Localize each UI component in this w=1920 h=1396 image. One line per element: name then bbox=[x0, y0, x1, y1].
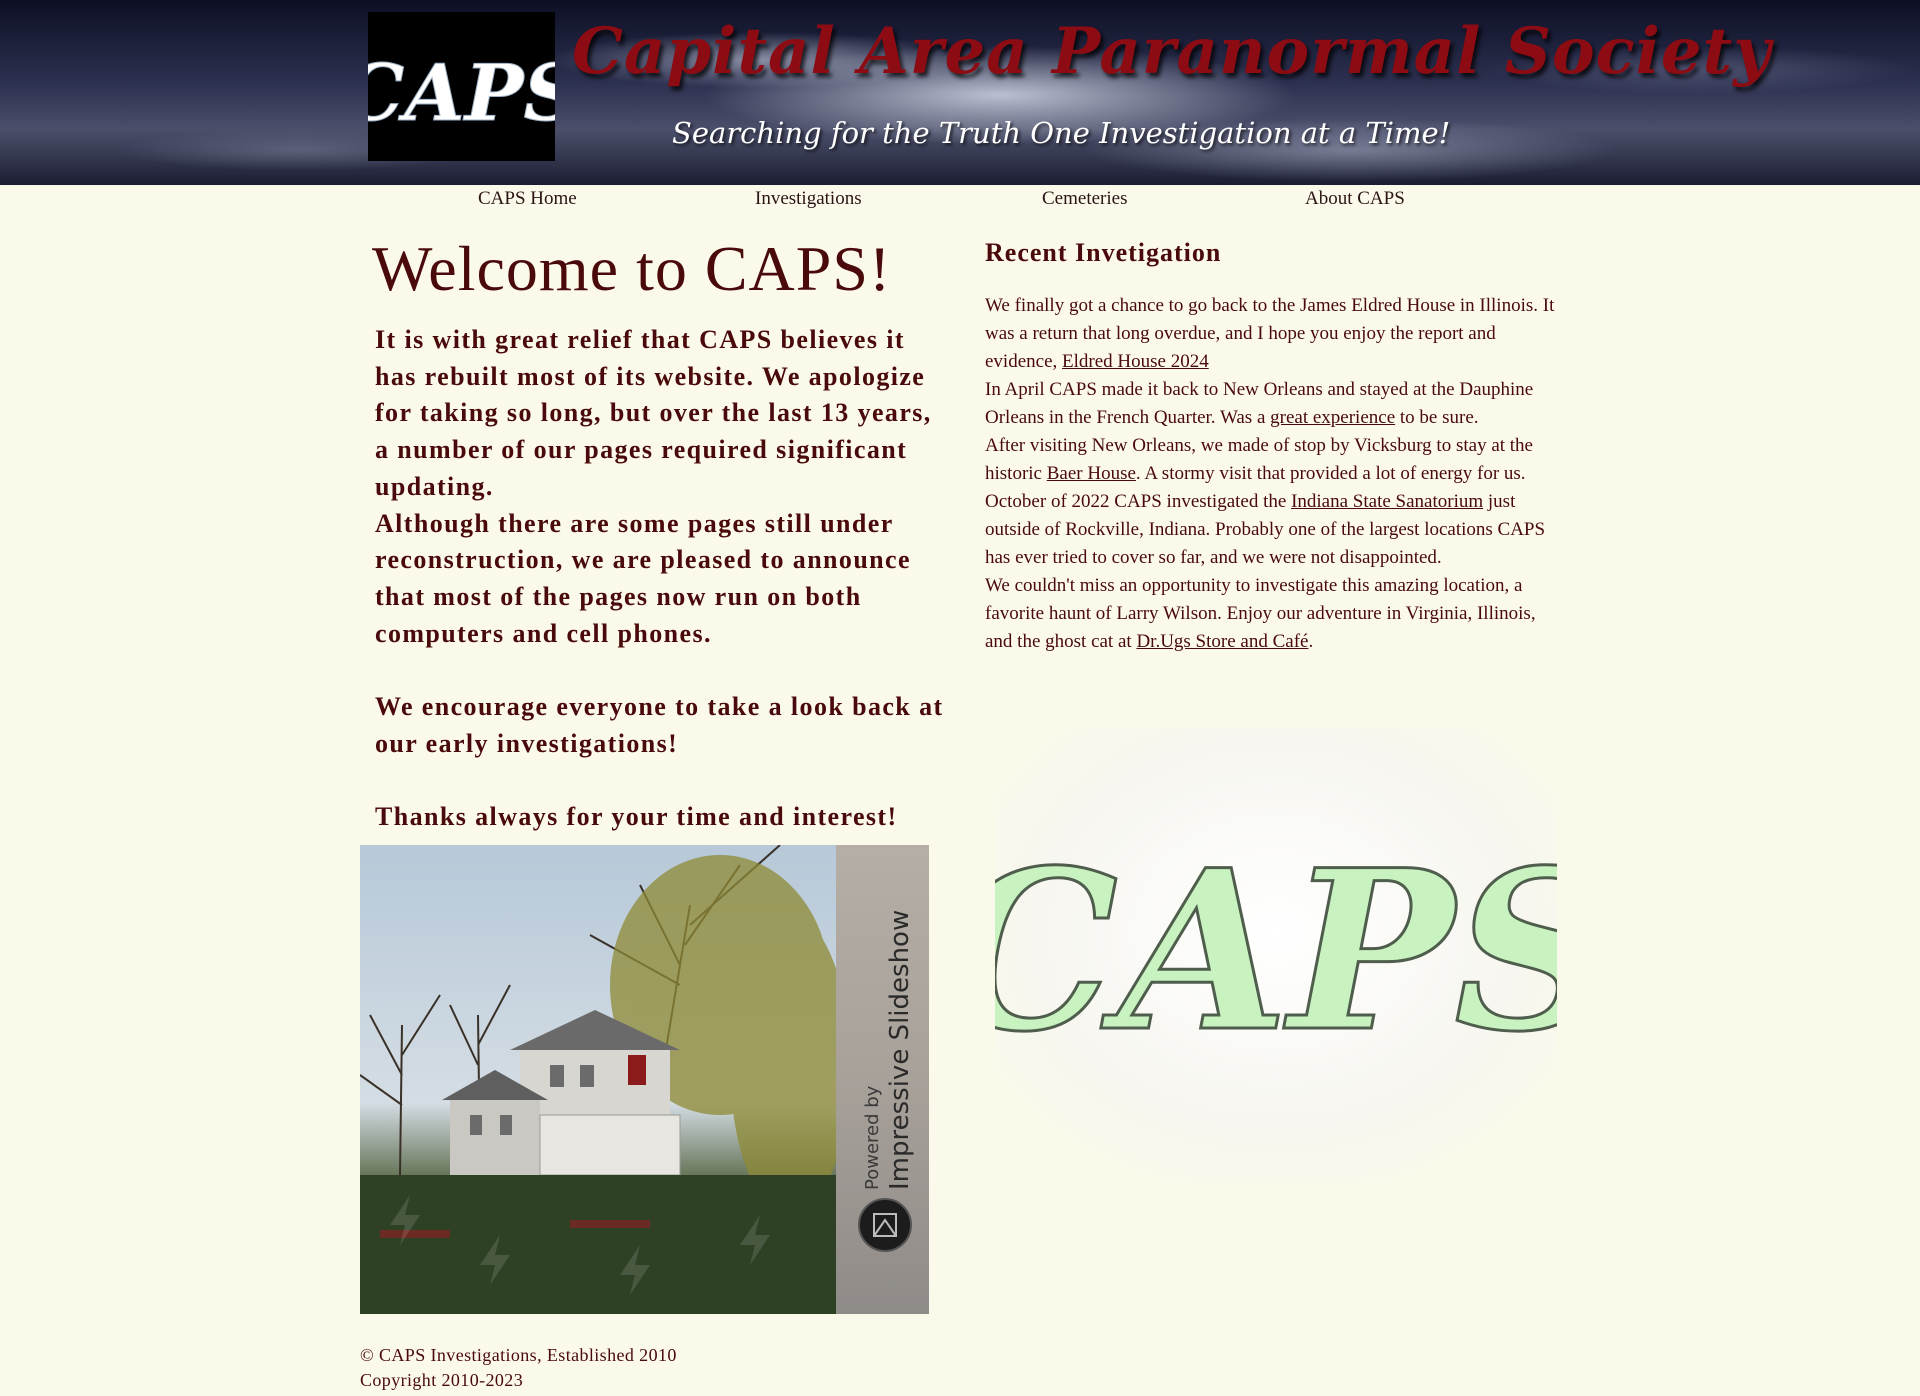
nav-cemeteries[interactable]: Cemeteries bbox=[1042, 188, 1127, 210]
welcome-paragraph-3: We encourage everyone to take a look bac… bbox=[375, 692, 944, 758]
caps-large-logo-text: CAPS bbox=[995, 821, 1557, 1080]
nav-caps-home[interactable]: CAPS Home bbox=[478, 188, 577, 210]
slideshow-logo-icon bbox=[858, 1198, 912, 1252]
slideshow-brand-name: Impressive Slideshow bbox=[885, 910, 915, 1190]
recent-investigation-heading: Recent Invetigation bbox=[985, 238, 1222, 267]
link-eldred-house-2024[interactable]: Eldred House 2024 bbox=[1062, 351, 1209, 372]
caps-logo-text: CAPS bbox=[368, 48, 555, 139]
recent-entry: We finally got a chance to go back to th… bbox=[985, 295, 1555, 372]
welcome-paragraph-1: It is with great relief that CAPS believ… bbox=[375, 325, 932, 501]
link-baer-house[interactable]: Baer House bbox=[1047, 463, 1136, 484]
slideshow-powered-by: Powered by bbox=[862, 1085, 883, 1190]
recent-investigations-list: We finally got a chance to go back to th… bbox=[985, 292, 1555, 656]
slideshow-brand-graphic: Powered by Impressive Slideshow bbox=[858, 910, 915, 1252]
site-title: Capital Area Paranormal Society bbox=[572, 14, 1772, 89]
slideshow-brand-panel: Powered by Impressive Slideshow bbox=[836, 845, 929, 1314]
welcome-paragraph-2: Although there are some pages still unde… bbox=[375, 508, 911, 648]
nav-investigations[interactable]: Investigations bbox=[755, 188, 862, 210]
caps-large-logo-graphic: CAPS bbox=[941, 728, 1615, 1182]
recent-entry: After visiting New Orleans, we made of s… bbox=[985, 435, 1533, 484]
link-indiana-state-sanatorium[interactable]: Indiana State Sanatorium bbox=[1291, 491, 1483, 512]
footer: © CAPS Investigations, Established 2010 … bbox=[360, 1343, 677, 1393]
caps-logo-graphic: CAPS bbox=[342, 48, 581, 140]
site-tagline: Searching for the Truth One Investigatio… bbox=[672, 116, 1451, 150]
caps-logo[interactable]: CAPS bbox=[342, 12, 581, 161]
link-great-experience[interactable]: great experience bbox=[1270, 407, 1395, 428]
recent-entry: October of 2022 CAPS investigated the In… bbox=[985, 491, 1546, 568]
photo-slideshow[interactable]: Powered by Impressive Slideshow bbox=[360, 845, 929, 1314]
recent-entry: In April CAPS made it back to New Orlean… bbox=[985, 379, 1534, 428]
footer-copyright: Copyright 2010-2023 bbox=[360, 1370, 524, 1390]
slide-photo-graphic bbox=[360, 845, 850, 1314]
welcome-heading: Welcome to CAPS! bbox=[372, 233, 892, 304]
recent-entry: We couldn't miss an opportunity to inves… bbox=[985, 575, 1536, 652]
nav-about-caps[interactable]: About CAPS bbox=[1305, 188, 1405, 210]
footer-established: © CAPS Investigations, Established 2010 bbox=[360, 1345, 677, 1365]
main-nav: CAPS Home Investigations Cemeteries Abou… bbox=[0, 188, 1920, 214]
welcome-text: It is with great relief that CAPS believ… bbox=[375, 322, 945, 836]
header-banner: CAPS Capital Area Paranormal Society Sea… bbox=[0, 0, 1920, 185]
link-dr-ugs-store-and-cafe[interactable]: Dr.Ugs Store and Café bbox=[1136, 631, 1308, 652]
slide-photo bbox=[360, 845, 850, 1314]
caps-large-logo: CAPS bbox=[941, 728, 1615, 1182]
welcome-paragraph-4: Thanks always for your time and interest… bbox=[375, 802, 898, 832]
